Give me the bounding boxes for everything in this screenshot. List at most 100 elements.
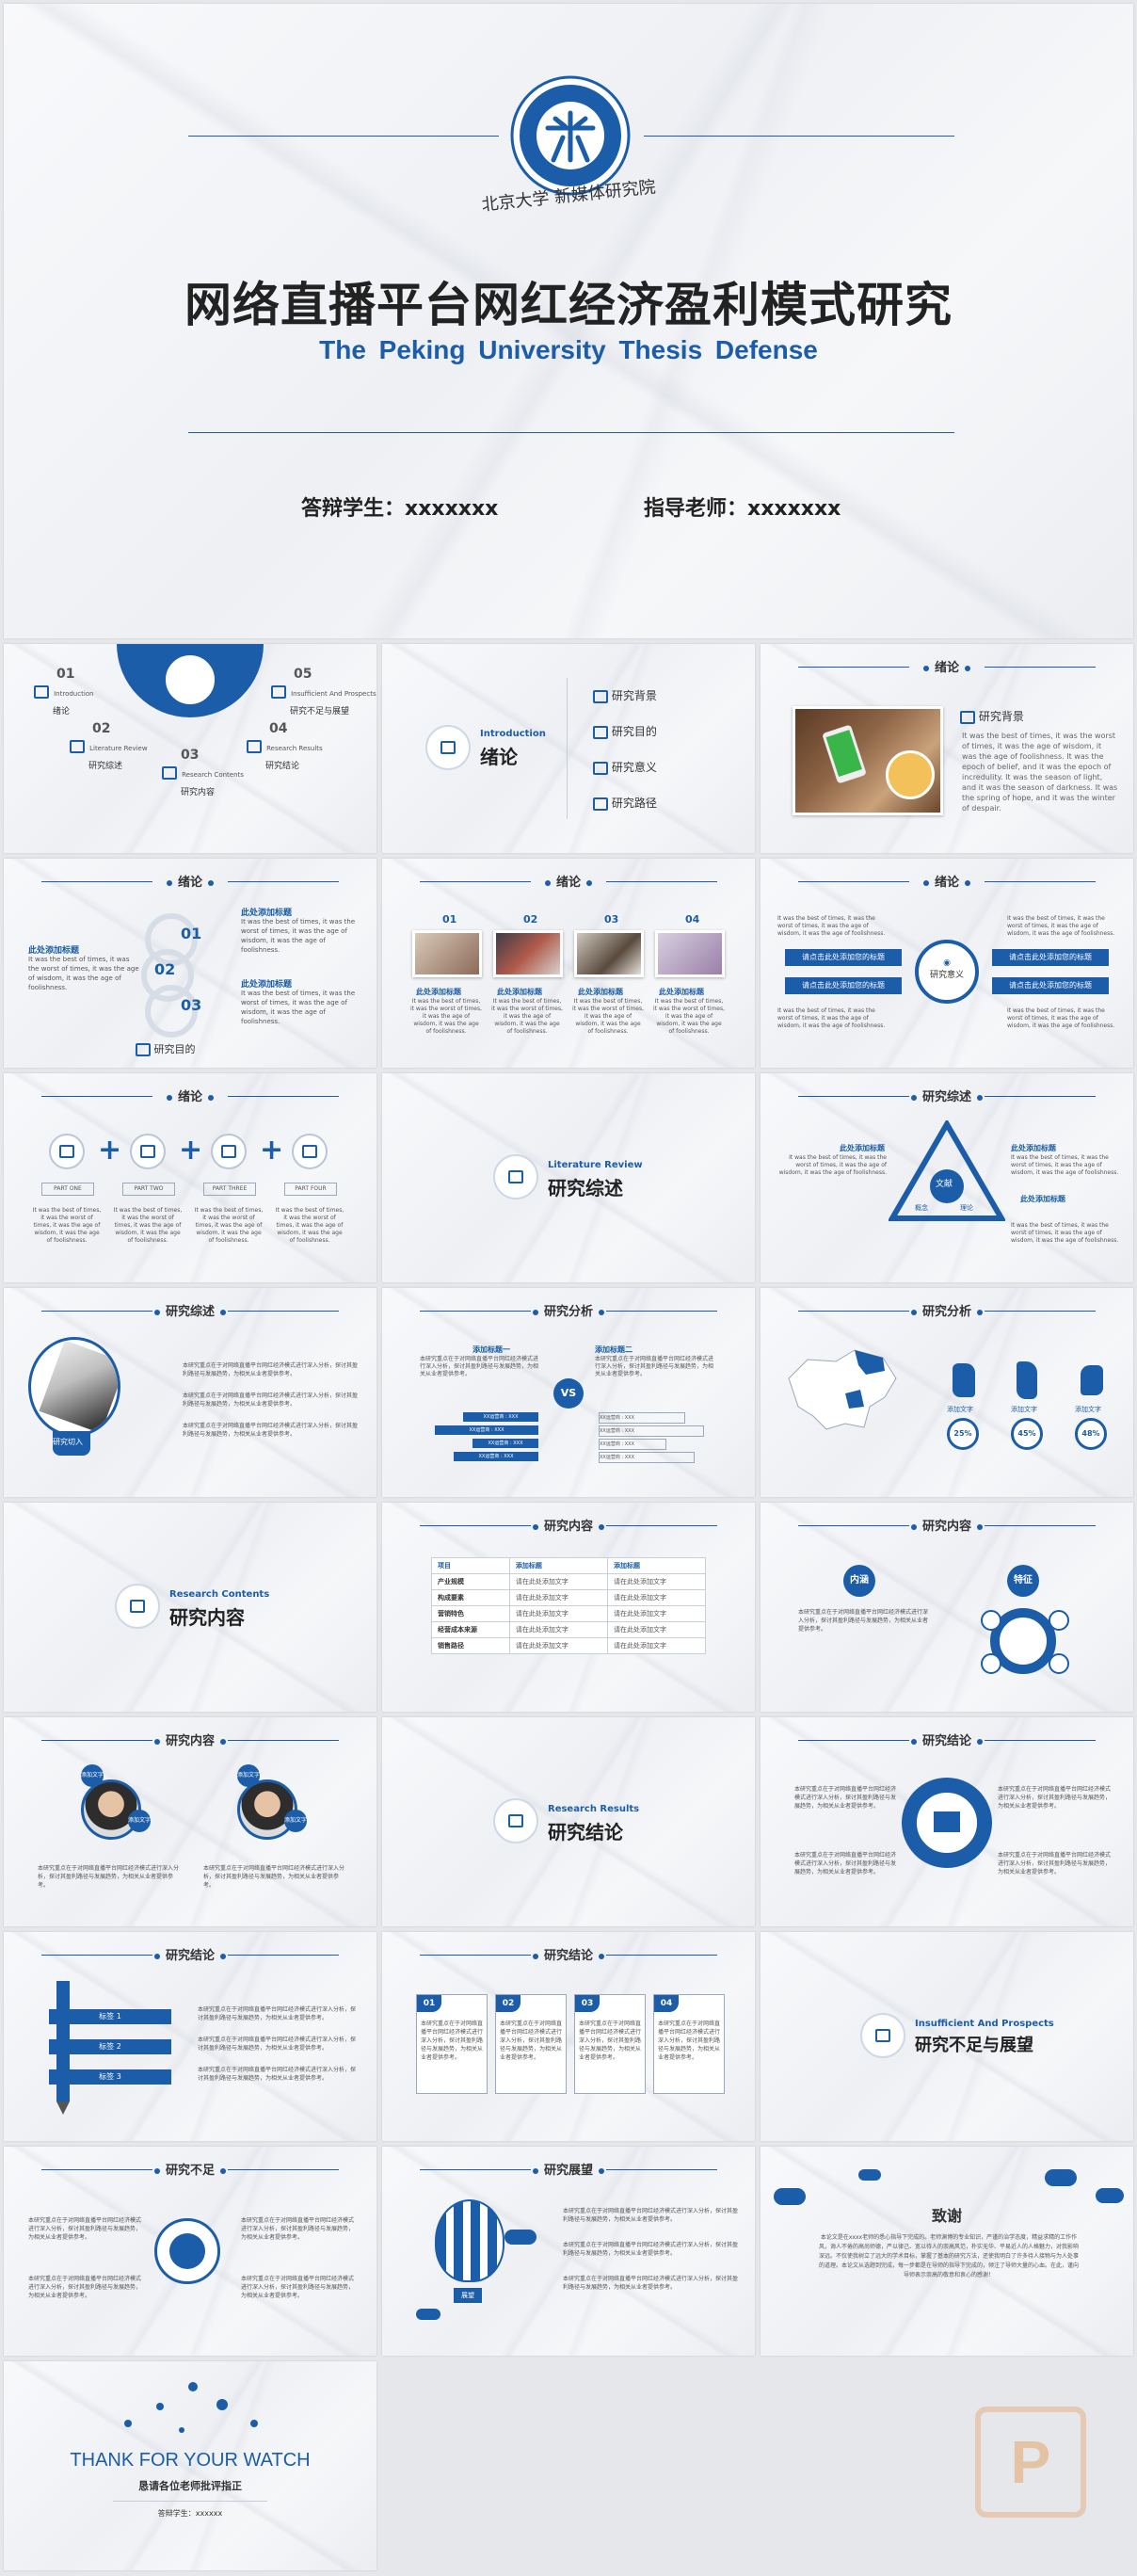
watermark-logo: P xyxy=(975,2407,1086,2518)
china-map xyxy=(788,1349,897,1430)
slide-header: 绪论 xyxy=(934,661,959,675)
toc-item-01[interactable]: 01 Introduction 绪论 xyxy=(34,667,93,717)
cloud-icon xyxy=(1045,2169,1077,2186)
tri-text-r: It was the best of times, it was the wor… xyxy=(1011,1154,1119,1176)
intro-item-1[interactable]: 研究背景 xyxy=(593,687,657,703)
pencil-slide: 研究结论 标签 1 标签 2 标签 3 本研究重点在于对网络直播平台网红经济模式… xyxy=(4,1932,376,2141)
feature-dot-4 xyxy=(1049,1653,1069,1674)
intro-item-2[interactable]: 研究目的 xyxy=(593,723,657,739)
purpose-footer: 研究目的 xyxy=(136,1041,196,1056)
meaning-text-bl: It was the best of times, it was the wor… xyxy=(777,1007,886,1029)
bubble-3: 添加文字 xyxy=(237,1764,260,1787)
lit-section-slide: Literature Review 研究综述 xyxy=(382,1073,755,1282)
photo-title-1: 此处添加标题 xyxy=(416,988,461,996)
card-2: 02 本研究重点在于对网络直播平台网红经济模式进行深入分析，探讨其盈利路径与发展… xyxy=(495,1994,567,2094)
intro-item-4[interactable]: 研究路径 xyxy=(593,795,657,811)
map-pie-1: 25% xyxy=(947,1418,979,1450)
part-label-2: PART TWO xyxy=(122,1183,175,1196)
deco-dot xyxy=(124,2420,132,2427)
map-region-3 xyxy=(1081,1365,1103,1395)
pencil-icon xyxy=(860,2013,905,2058)
cycle-text-1: 本研究重点在于对网络直播平台网红经济模式进行深入分析，探讨其盈利路径与发展趋势，… xyxy=(794,1786,897,1810)
intro-divider xyxy=(567,678,568,819)
phone-photo xyxy=(793,706,943,815)
triangle-label-2: 概念 xyxy=(915,1204,928,1212)
insufficient-center xyxy=(169,2233,205,2269)
meaning-bar-2[interactable]: 请点击此处添加您的标题 xyxy=(992,949,1109,966)
insufficient-text-2: 本研究重点在于对网络直播平台网红经济模式进行深入分析，探讨其盈利路径与发展趋势，… xyxy=(241,2217,355,2241)
vs-bar-r2: XX运营商 : XXX xyxy=(599,1425,704,1437)
bubble-2: 添加文字 xyxy=(128,1810,151,1832)
map-pie-2: 45% xyxy=(1011,1418,1043,1450)
cover-subtitle: The Peking University Thesis Defense xyxy=(319,335,818,364)
toc-item-03[interactable]: 03 Research Contents 研究内容 xyxy=(162,748,244,798)
photo-text-2: It was the best of times, it was the wor… xyxy=(491,998,564,1035)
tri-text-b: It was the best of times, it was the wor… xyxy=(1011,1222,1119,1244)
meaning-center: ◉ 研究意义 xyxy=(915,940,979,1004)
deco-dot xyxy=(250,2420,258,2427)
toc-item-05[interactable]: 05 Insufficient And Prospects 研究不足与展望 xyxy=(271,667,376,717)
card-3: 03 本研究重点在于对网络直播平台网红经济模式进行深入分析，探讨其盈利路径与发展… xyxy=(574,1994,646,2094)
vs-bar-l3: XX运营商 : XXX xyxy=(472,1439,538,1448)
doc-icon xyxy=(70,739,85,753)
map-label-1: 添加文字 xyxy=(947,1406,973,1413)
path-icon-1 xyxy=(49,1134,85,1169)
purpose-slide: 绪论 01 02 03 此处添加标题 It was the best of ti… xyxy=(4,859,376,1068)
connotation-slide: 研究内容 内涵 特征 本研究重点在于对网络直播平台网红经济模式进行深入分析，探讨… xyxy=(761,1503,1133,1712)
tri-title-r: 此处添加标题 xyxy=(1011,1144,1056,1152)
vs-bar-l4: XX运营商 : XXX xyxy=(454,1452,538,1461)
plus-icon: + xyxy=(98,1134,122,1167)
cover-bottom-line xyxy=(188,432,954,433)
cover-title: 网络直播平台网红经济盈利模式研究 xyxy=(184,278,953,332)
pencil-label-3[interactable]: 标签 3 xyxy=(49,2069,171,2085)
results-section-slide: Research Results 研究结论 xyxy=(382,1717,755,1926)
content-table: 项目 添加标题 添加标题 产业规模 请在此处添加文字 请在此处添加文字 构成要素 请在此处… xyxy=(431,1557,707,1654)
bulb-text-1: 本研究重点在于对网络直播平台网红经济模式进行深入分析，探讨其盈利路径与发展趋势，… xyxy=(183,1362,359,1377)
path-icon-2 xyxy=(130,1134,166,1169)
vs-left-text: 本研究重点在于对网络直播平台网红经济模式进行深入分析，探讨其盈利路径与发展趋势，… xyxy=(420,1356,539,1377)
insufficient-slide: 研究不足 本研究重点在于对网络直播平台网红经济模式进行深入分析，探讨其盈利路径与… xyxy=(4,2147,376,2356)
vs-bar-r4: XX运营商 : XXX xyxy=(599,1452,695,1463)
meaning-bar-3[interactable]: 请点击此处添加您的标题 xyxy=(785,977,902,994)
triangle-label-3: 理论 xyxy=(960,1204,973,1212)
purpose-text-r2: It was the best of times, it was the wor… xyxy=(241,990,356,1025)
toc-item-04[interactable]: 04 Research Results 研究结论 xyxy=(247,721,323,772)
cycle-text-3: 本研究重点在于对网络直播平台网红经济模式进行深入分析，探讨其盈利路径与发展趋势，… xyxy=(794,1852,897,1876)
cover-student: 答辩学生：xxxxxxx xyxy=(301,497,499,521)
meaning-bar-4[interactable]: 请点击此处添加您的标题 xyxy=(992,977,1109,994)
intro-item-3[interactable]: 研究意义 xyxy=(593,759,657,775)
path-icon-4 xyxy=(292,1134,328,1169)
insufficient-text-3: 本研究重点在于对网络直播平台网红经济模式进行深入分析，探讨其盈利路径与发展趋势，… xyxy=(28,2276,142,2299)
pencil-text-2: 本研究重点在于对网络直播平台网红经济模式进行深入分析，探讨其盈利路径与发展趋势，… xyxy=(198,2037,357,2052)
cycle-slide: 研究结论 本研究重点在于对网络直播平台网红经济模式进行深入分析，探讨其盈利路径与… xyxy=(761,1717,1133,1926)
balloon-shape xyxy=(435,2199,504,2282)
meaning-bar-1[interactable]: 请点击此处添加您的标题 xyxy=(785,949,902,966)
balloon-text-3: 本研究重点在于对网络直播平台网红经济模式进行深入分析，探讨其盈利路径与发展趋势，… xyxy=(563,2276,739,2291)
photo-4 xyxy=(655,930,725,977)
part-label-3: PART THREE xyxy=(203,1183,256,1196)
pencil-label-2[interactable]: 标签 2 xyxy=(49,2039,171,2054)
feature-dot-3 xyxy=(981,1653,1001,1674)
bulb-text-2: 本研究重点在于对网络直播平台网红经济模式进行深入分析，探讨其盈利路径与发展趋势，… xyxy=(183,1393,359,1408)
balloon-text-2: 本研究重点在于对网络直播平台网红经济模式进行深入分析，探讨其盈利路径与发展趋势，… xyxy=(563,2242,739,2257)
triangle-label-1: 文献 xyxy=(936,1180,953,1189)
pencil-label-1[interactable]: 标签 1 xyxy=(49,2009,171,2024)
chart-icon xyxy=(493,1798,538,1843)
feature-dot-2 xyxy=(1049,1610,1069,1631)
background-title: 研究背景 xyxy=(960,708,1024,724)
thanks-text: 本论文是在xxxx老师的悉心指导下完成的。老师渊博的专业知识，严谨的治学态度，精… xyxy=(818,2234,1079,2278)
photo-num-3: 03 xyxy=(604,913,619,926)
map-region-2 xyxy=(1017,1361,1037,1399)
part-label-4: PART FOUR xyxy=(284,1183,337,1196)
balloon-text-1: 本研究重点在于对网络直播平台网红经济模式进行深入分析，探讨其盈利路径与发展趋势，… xyxy=(563,2208,739,2223)
cycle-center-icon xyxy=(934,1811,960,1832)
search-icon xyxy=(115,1584,160,1629)
lit-triangle-slide: 研究综述 文献 概念 理论 此处添加标题 It was the best of … xyxy=(761,1073,1133,1282)
pencil-tip xyxy=(56,2101,70,2115)
toc-item-02[interactable]: 02 Literature Review 研究综述 xyxy=(70,721,148,772)
meaning-text-tl: It was the best of times, it was the wor… xyxy=(777,915,886,937)
deco-dot xyxy=(179,2427,184,2433)
photo-3 xyxy=(574,930,644,977)
cards-slide: 研究结论 01 本研究重点在于对网络直播平台网红经济模式进行深入分析，探讨其盈利… xyxy=(382,1932,755,2141)
cloud-icon xyxy=(858,2169,881,2181)
